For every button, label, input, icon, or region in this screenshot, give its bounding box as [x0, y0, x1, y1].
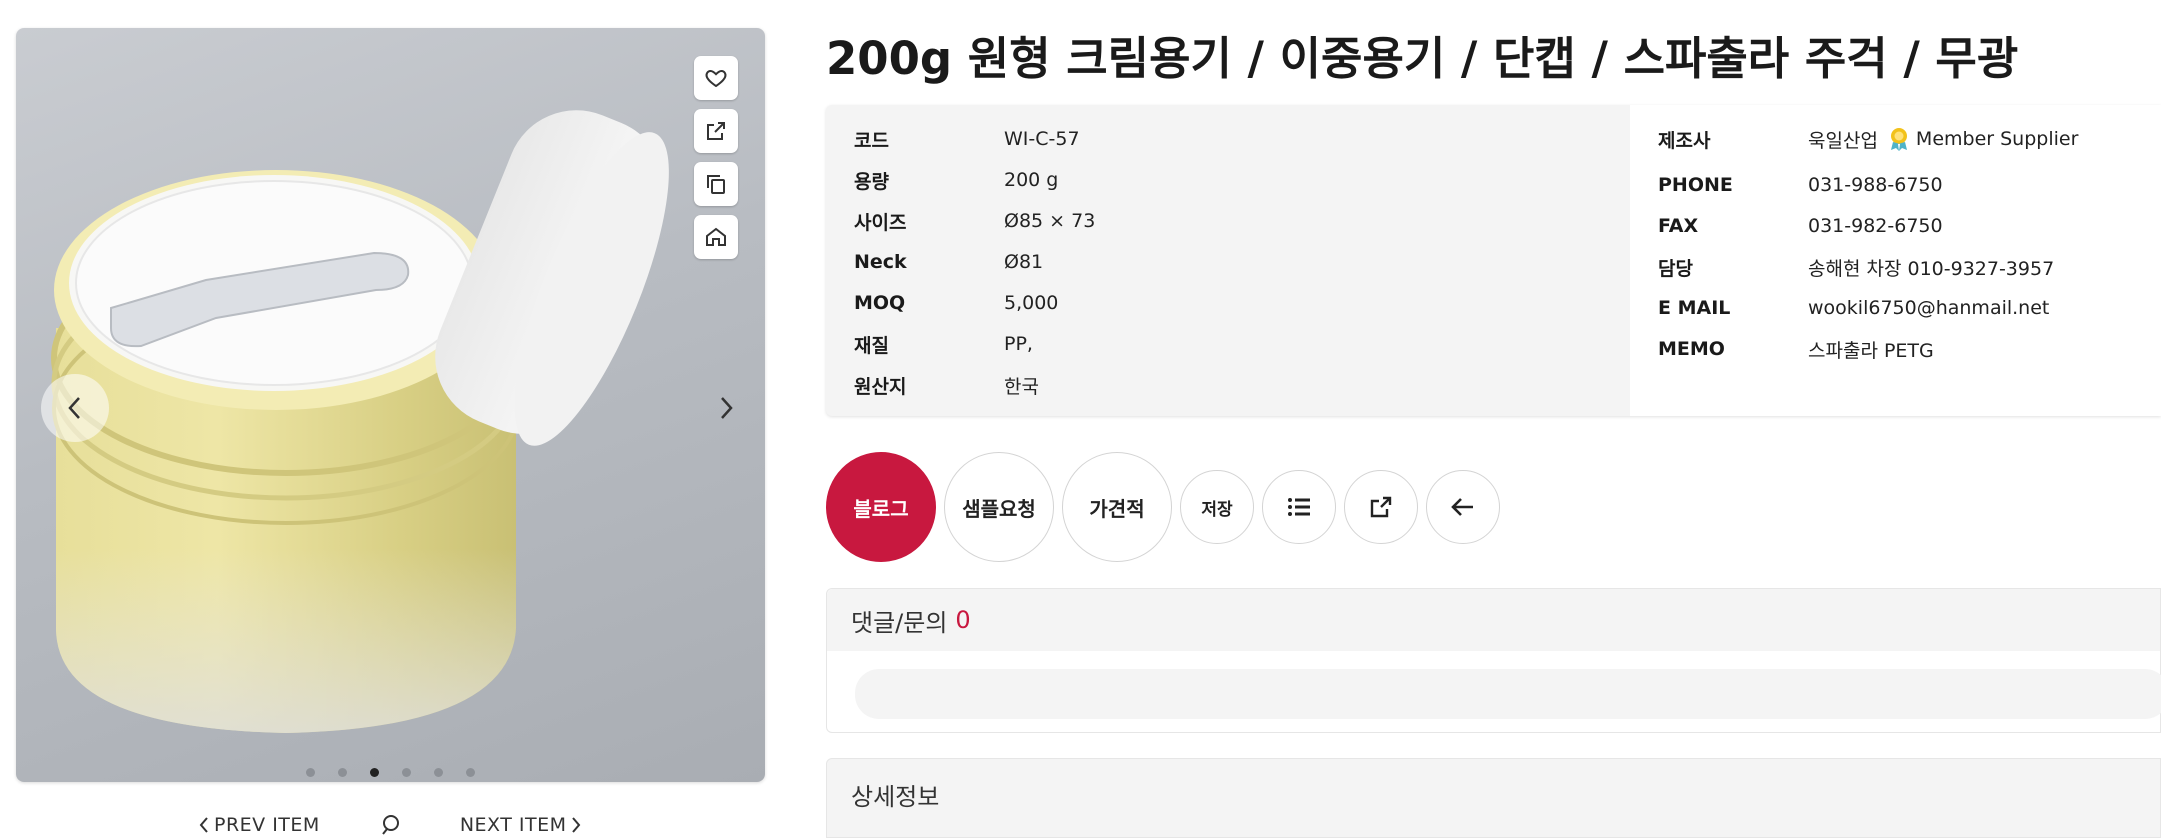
- arrow-left-icon: [1451, 498, 1473, 516]
- detail-info-header: 상세정보: [826, 758, 2161, 838]
- open-external-button[interactable]: [694, 109, 738, 153]
- external-link-icon: [707, 122, 725, 140]
- contact-value: 송해현 차장 010-9327-3957: [1808, 257, 2055, 280]
- search-icon: [382, 815, 399, 835]
- product-info-panel: 코드 WI-C-57 용량 200 g 사이즈 Ø85 × 73 Neck Ø81 MOQ 5,0…: [826, 105, 2161, 416]
- member-badge-icon: [1886, 126, 1912, 152]
- external-link-icon: [1370, 496, 1392, 518]
- list-icon: [1288, 498, 1310, 516]
- share-button[interactable]: [1344, 470, 1418, 544]
- supplier-panel: 제조사 욱일산업 Member Supplier PHONE 031-988-6…: [1630, 105, 2161, 416]
- spec-row: 재질 PP,: [854, 327, 1033, 361]
- item-navigation: PREV ITEM NEXT ITEM: [198, 814, 582, 836]
- action-buttons: 블로그 샘플요청 가견적 저장: [826, 452, 1500, 562]
- spec-row: 용량 200 g: [854, 163, 1058, 197]
- email-label: E MAIL: [1658, 297, 1731, 319]
- contact-label: 담당: [1658, 257, 1693, 280]
- spec-value: Ø85 × 73: [1004, 210, 1096, 232]
- product-photo: [51, 110, 669, 733]
- comments-section: 댓글/문의 0: [826, 588, 2161, 733]
- memo-label: MEMO: [1658, 338, 1725, 360]
- copy-icon: [707, 175, 725, 194]
- prev-item-link[interactable]: PREV ITEM: [198, 814, 320, 836]
- product-image-gallery[interactable]: [16, 28, 765, 782]
- estimate-button[interactable]: 가견적: [1062, 452, 1172, 562]
- gallery-tools: [694, 56, 740, 268]
- detail-info-title: 상세정보: [851, 783, 940, 811]
- next-item-label: NEXT ITEM: [459, 814, 567, 836]
- email-link[interactable]: wookil6750@hanmail.net: [1808, 297, 2049, 319]
- chevron-left-icon: [68, 397, 80, 419]
- spec-row: Neck Ø81: [854, 245, 1043, 279]
- gallery-dots: [16, 768, 765, 777]
- spec-row: MOQ 5,000: [854, 286, 1058, 320]
- blog-button[interactable]: 블로그: [826, 452, 936, 562]
- copy-button[interactable]: [694, 162, 738, 206]
- list-button[interactable]: [1262, 470, 1336, 544]
- heart-icon: [705, 69, 727, 88]
- search-button[interactable]: [380, 814, 402, 836]
- comments-count: 0: [955, 606, 971, 634]
- spec-row: 원산지 한국: [854, 368, 1039, 402]
- spec-label: MOQ: [854, 292, 906, 314]
- spec-value: WI-C-57: [1004, 128, 1080, 150]
- save-button[interactable]: 저장: [1180, 470, 1254, 544]
- gallery-next-button[interactable]: [706, 388, 746, 428]
- comments-title: 댓글/문의: [851, 608, 948, 637]
- gallery-prev-button[interactable]: [41, 374, 109, 442]
- spec-value: PP,: [1004, 333, 1033, 355]
- comment-input[interactable]: [855, 669, 2161, 719]
- gallery-dot[interactable]: [306, 768, 315, 777]
- gallery-dot[interactable]: [466, 768, 475, 777]
- fax-value: 031-982-6750: [1808, 215, 1943, 237]
- fax-row: FAX 031-982-6750: [1658, 209, 1943, 243]
- gallery-dot[interactable]: [402, 768, 411, 777]
- chevron-left-icon: [199, 817, 208, 833]
- comments-header: 댓글/문의 0: [827, 589, 2160, 651]
- gallery-dot[interactable]: [338, 768, 347, 777]
- chevron-right-icon: [721, 397, 733, 419]
- memo-row: MEMO 스파출라 PETG: [1658, 332, 1934, 366]
- spec-label: 원산지: [854, 375, 907, 398]
- spec-row: 코드 WI-C-57: [854, 122, 1080, 156]
- spec-row: 사이즈 Ø85 × 73: [854, 204, 1095, 238]
- phone-row: PHONE 031-988-6750: [1658, 168, 1943, 202]
- phone-label: PHONE: [1658, 174, 1733, 196]
- email-row: E MAIL wookil6750@hanmail.net: [1658, 291, 2049, 325]
- spec-value: 한국: [1004, 375, 1039, 398]
- spec-value: Ø81: [1004, 251, 1044, 273]
- product-title: 200g 원형 크림용기 / 이중용기 / 단캡 / 스파출라 주걱 / 무광: [826, 32, 2019, 85]
- spec-value: 5,000: [1004, 292, 1059, 314]
- back-button[interactable]: [1426, 470, 1500, 544]
- spec-label: 사이즈: [854, 211, 907, 234]
- spec-label: 용량: [854, 170, 889, 193]
- gallery-dot[interactable]: [370, 768, 379, 777]
- home-icon: [706, 227, 726, 246]
- maker-name[interactable]: 욱일산업: [1808, 126, 1878, 153]
- spec-label: Neck: [854, 251, 907, 273]
- memo-value: 스파출라 PETG: [1808, 339, 1934, 362]
- maker-row: 제조사 욱일산업 Member Supplier: [1658, 122, 2078, 156]
- contact-row: 담당 송해현 차장 010-9327-3957: [1658, 250, 2054, 284]
- spec-label: 코드: [854, 129, 889, 152]
- spec-label: 재질: [854, 334, 889, 357]
- prev-item-label: PREV ITEM: [214, 814, 320, 836]
- fax-label: FAX: [1658, 215, 1699, 237]
- favorite-button[interactable]: [694, 56, 738, 100]
- next-item-link[interactable]: NEXT ITEM: [460, 814, 583, 836]
- maker-label: 제조사: [1658, 129, 1711, 152]
- gallery-dot[interactable]: [434, 768, 443, 777]
- phone-value[interactable]: 031-988-6750: [1808, 174, 1943, 196]
- home-button[interactable]: [694, 215, 738, 259]
- sample-request-button[interactable]: 샘플요청: [944, 452, 1054, 562]
- chevron-right-icon: [572, 817, 581, 833]
- member-supplier-badge: Member Supplier: [1915, 128, 2079, 150]
- spec-value: 200 g: [1004, 169, 1059, 191]
